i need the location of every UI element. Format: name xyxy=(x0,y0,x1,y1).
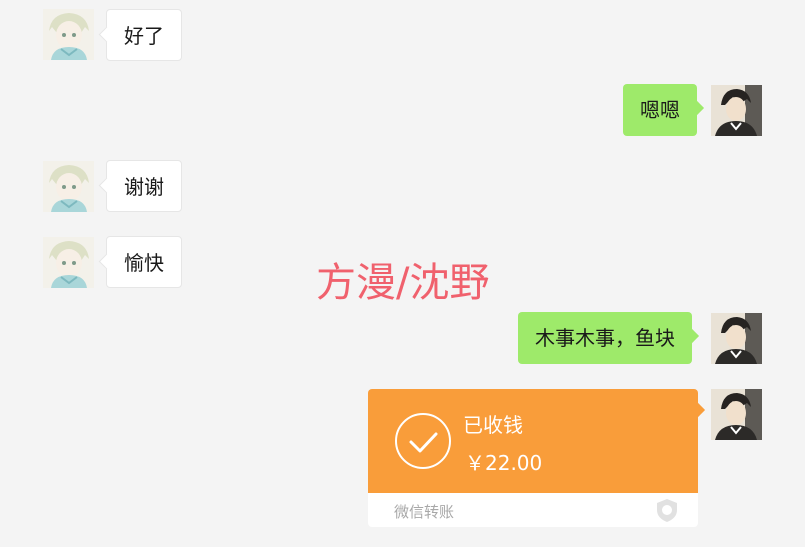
message-bubble[interactable]: 谢谢 xyxy=(106,160,182,212)
transfer-label: 微信转账 xyxy=(394,503,455,521)
message-bubble[interactable]: 嗯嗯 xyxy=(623,84,697,136)
contact-avatar[interactable] xyxy=(43,161,94,212)
shield-icon xyxy=(657,499,677,522)
portrait-avatar-icon xyxy=(711,389,762,440)
anime-boy-avatar-icon xyxy=(43,9,94,60)
message-bubble[interactable]: 愉快 xyxy=(106,236,182,288)
self-avatar[interactable] xyxy=(711,313,762,364)
transfer-status: 已收钱 xyxy=(463,413,523,437)
anime-boy-avatar-icon xyxy=(43,161,94,212)
self-avatar[interactable] xyxy=(711,85,762,136)
portrait-avatar-icon xyxy=(711,85,762,136)
check-circle-icon xyxy=(395,413,451,469)
watermark-text: 方漫/沈野 xyxy=(316,260,490,306)
portrait-avatar-icon xyxy=(711,313,762,364)
message-text: 木事木事，鱼块 xyxy=(535,326,675,350)
message-bubble[interactable]: 木事木事，鱼块 xyxy=(518,312,692,364)
self-avatar[interactable] xyxy=(711,389,762,440)
message-text: 嗯嗯 xyxy=(640,98,680,122)
message-text: 谢谢 xyxy=(124,175,164,199)
contact-avatar[interactable] xyxy=(43,9,94,60)
transfer-card-header: 已收钱 ￥22.00 xyxy=(368,389,698,493)
message-text: 好了 xyxy=(124,24,164,48)
transfer-amount: ￥22.00 xyxy=(465,451,543,475)
message-text: 愉快 xyxy=(124,251,164,275)
message-bubble[interactable]: 好了 xyxy=(106,9,182,61)
transfer-card[interactable]: 已收钱 ￥22.00 微信转账 xyxy=(368,389,698,527)
anime-boy-avatar-icon xyxy=(43,237,94,288)
transfer-card-footer: 微信转账 xyxy=(368,493,698,527)
contact-avatar[interactable] xyxy=(43,237,94,288)
